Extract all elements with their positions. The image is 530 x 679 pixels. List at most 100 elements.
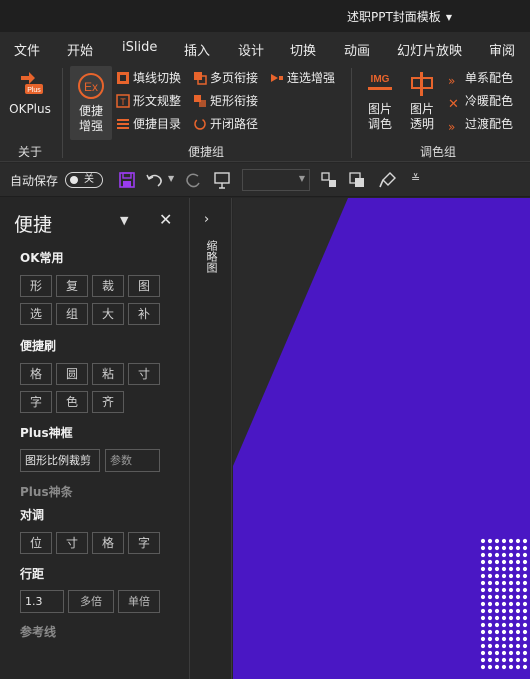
document-title[interactable]: 述职PPT封面模板 ▼ bbox=[347, 8, 452, 25]
brush-btn-format[interactable]: 格 bbox=[20, 363, 52, 385]
brush-btn-align[interactable]: 齐 bbox=[92, 391, 124, 413]
dot bbox=[522, 664, 528, 670]
dot bbox=[494, 566, 500, 572]
dot bbox=[480, 545, 486, 551]
dot bbox=[494, 545, 500, 551]
dot bbox=[515, 657, 521, 663]
dot bbox=[494, 657, 500, 663]
list-icon bbox=[117, 119, 129, 129]
presentation-icon[interactable] bbox=[212, 171, 232, 189]
customize-toolbar-icon[interactable]: ≚ bbox=[411, 172, 420, 185]
ok-btn-copy[interactable]: 复 bbox=[56, 275, 88, 297]
slide-canvas[interactable] bbox=[233, 198, 530, 679]
brush-btn-size[interactable]: 寸 bbox=[128, 363, 160, 385]
picture-color-button[interactable]: IMG 图片调色 bbox=[360, 70, 400, 132]
dot bbox=[501, 573, 507, 579]
dot bbox=[487, 573, 493, 579]
dot bbox=[508, 615, 514, 621]
dot bbox=[515, 664, 521, 670]
align-btn-position[interactable]: 位 bbox=[20, 532, 52, 554]
multi-page-link-button[interactable]: 多页衔接 bbox=[193, 69, 258, 87]
pages-icon bbox=[194, 72, 207, 85]
autosave-toggle[interactable]: 关 bbox=[65, 172, 103, 188]
dot bbox=[501, 629, 507, 635]
section-line-spacing: 行距 bbox=[20, 567, 45, 581]
ok-btn-group[interactable]: 组 bbox=[56, 303, 88, 325]
dot bbox=[480, 580, 486, 586]
align-btn-format[interactable]: 格 bbox=[92, 532, 124, 554]
panel-menu-icon[interactable]: ▼ bbox=[120, 214, 128, 227]
transition-color-button[interactable]: » 过渡配色 bbox=[448, 115, 513, 134]
redo-icon[interactable] bbox=[183, 171, 203, 189]
group-label-quick: 便捷组 bbox=[188, 145, 225, 159]
chevron-right-icon[interactable]: › bbox=[204, 212, 209, 227]
align-btn-size[interactable]: 寸 bbox=[56, 532, 88, 554]
dot bbox=[515, 580, 521, 586]
tab-home[interactable]: 开始 bbox=[67, 40, 93, 59]
tab-slideshow[interactable]: 幻灯片放映 bbox=[397, 40, 462, 59]
brush-btn-font[interactable]: 字 bbox=[20, 391, 52, 413]
dot bbox=[508, 601, 514, 607]
dot bbox=[501, 552, 507, 558]
brush-btn-color[interactable]: 色 bbox=[56, 391, 88, 413]
tab-design[interactable]: 设计 bbox=[238, 40, 264, 59]
transparency-icon bbox=[411, 72, 433, 96]
fill-line-switch-button[interactable]: 填线切换 bbox=[116, 69, 181, 87]
shape-text-normalize-button[interactable]: T 形文规整 bbox=[116, 92, 181, 110]
convenience-enhance-button[interactable]: Ex 便捷增强 bbox=[70, 66, 112, 140]
dot bbox=[494, 629, 500, 635]
okplus-button[interactable]: Plus OKPlus bbox=[8, 70, 52, 117]
dot bbox=[515, 636, 521, 642]
tab-islide[interactable]: iSlide bbox=[122, 40, 157, 55]
align-btn-font[interactable]: 字 bbox=[128, 532, 160, 554]
format-painter-icon[interactable] bbox=[378, 171, 398, 189]
dot bbox=[522, 629, 528, 635]
dot bbox=[515, 622, 521, 628]
arrange-icon[interactable] bbox=[320, 171, 340, 189]
tab-insert[interactable]: 插入 bbox=[184, 40, 210, 59]
save-icon[interactable] bbox=[117, 171, 137, 189]
section-ok-common: OK常用 bbox=[20, 251, 64, 265]
multi-select-enhance-button[interactable]: 连选增强 bbox=[270, 69, 335, 87]
warm-cold-color-button[interactable]: ✕ 冷暖配色 bbox=[448, 92, 513, 112]
ok-btn-shape[interactable]: 形 bbox=[20, 275, 52, 297]
tab-review[interactable]: 审阅 bbox=[489, 40, 515, 59]
ok-btn-image[interactable]: 图 bbox=[128, 275, 160, 297]
dot bbox=[515, 601, 521, 607]
rectangle-link-icon bbox=[194, 95, 206, 107]
ok-btn-select[interactable]: 选 bbox=[20, 303, 52, 325]
dot bbox=[501, 566, 507, 572]
brush-btn-round[interactable]: 圆 bbox=[56, 363, 88, 385]
open-close-path-button[interactable]: 开闭路径 bbox=[193, 115, 258, 133]
group-shapes-icon[interactable] bbox=[348, 171, 368, 189]
close-icon[interactable]: ✕ bbox=[159, 210, 172, 229]
tab-animations[interactable]: 动画 bbox=[344, 40, 370, 59]
undo-dropdown-icon[interactable]: ▼ bbox=[168, 174, 174, 183]
undo-icon[interactable] bbox=[145, 171, 165, 189]
dot bbox=[501, 545, 507, 551]
ok-btn-crop[interactable]: 裁 bbox=[92, 275, 124, 297]
ok-btn-fill[interactable]: 补 bbox=[128, 303, 160, 325]
dot bbox=[501, 538, 507, 544]
picture-transparent-button[interactable]: 图片透明 bbox=[402, 70, 442, 132]
rect-link-button[interactable]: 矩形衔接 bbox=[193, 92, 258, 110]
tab-transitions[interactable]: 切换 bbox=[290, 40, 316, 59]
convenience-enhance-label: 便捷增强 bbox=[78, 104, 103, 133]
param-input[interactable]: 参数 bbox=[105, 449, 160, 472]
tab-file[interactable]: 文件 bbox=[14, 40, 40, 59]
font-name-combobox[interactable]: ▼ bbox=[242, 169, 310, 191]
section-plus-bar: Plus神条 bbox=[20, 485, 73, 499]
single-scheme-color-button[interactable]: » 单系配色 bbox=[448, 69, 513, 88]
title-bar: 述职PPT封面模板 ▼ bbox=[0, 0, 530, 32]
single-spacing-button[interactable]: 单倍 bbox=[118, 590, 160, 613]
dot bbox=[480, 587, 486, 593]
line-spacing-input[interactable]: 1.3 bbox=[20, 590, 64, 613]
dot bbox=[508, 580, 514, 586]
quick-toc-button[interactable]: 便捷目录 bbox=[116, 115, 181, 133]
thumbnail-pane-collapsed[interactable]: › 缩略图 bbox=[190, 198, 232, 679]
dot bbox=[508, 664, 514, 670]
shape-ratio-crop-button[interactable]: 图形比例裁剪 bbox=[20, 449, 100, 472]
multi-spacing-button[interactable]: 多倍 bbox=[68, 590, 114, 613]
ok-btn-size[interactable]: 大 bbox=[92, 303, 124, 325]
brush-btn-paste[interactable]: 粘 bbox=[92, 363, 124, 385]
